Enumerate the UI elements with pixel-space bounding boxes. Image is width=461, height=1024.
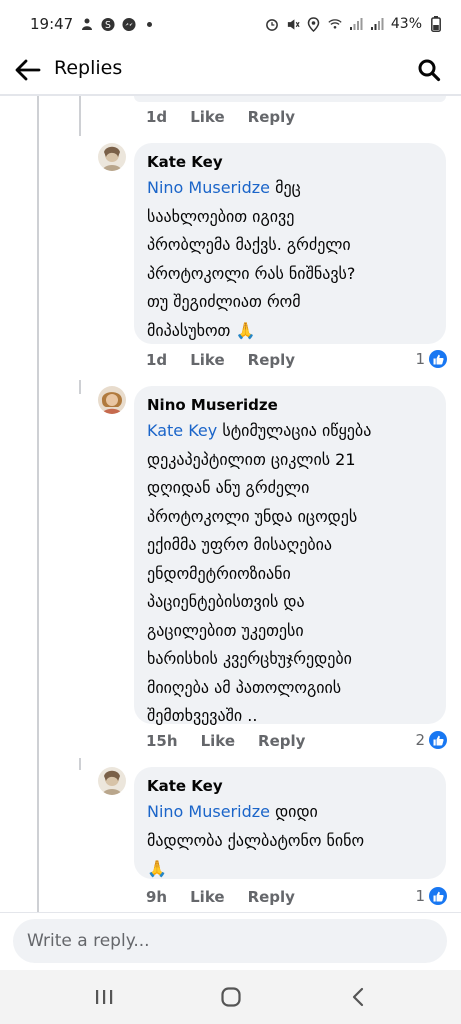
comment-text: Nino Museridze დიდი მადლობა ქალბატონო ნი… [147,798,434,884]
comment-time: 15h [146,732,178,750]
bixby-icon [80,17,94,31]
comment-line: დეკაპეპტილით ციკლის 21 [147,449,356,469]
recent-apps-icon [95,990,112,1004]
comment-line: პრობლემა მაქვს. გრძელი [147,235,351,254]
mention-link[interactable]: Nino Museridze [147,178,270,197]
avatar[interactable] [98,386,126,414]
comment-line: პროტოკოლი რას ნიშნავს? [147,263,356,283]
thumbs-up-icon [429,350,447,368]
comment-time: 9h [146,888,168,906]
reaction-count[interactable]: 1 [415,350,447,368]
page-title: Replies [54,57,123,79]
comment-line: ხარისხის კვერცხუჯრედები [147,649,352,668]
comment-line: პაციენტებისთვის და [147,592,305,611]
messenger-icon [122,17,136,31]
thumbs-up-icon [429,731,447,749]
location-icon [307,16,321,32]
comment-line: საახლოებით იგივე [147,206,295,226]
svg-text:S: S [105,19,111,30]
comment-line: დიდი [275,802,318,821]
mention-link[interactable]: Kate Key [147,421,217,440]
comment-time: 1d [146,108,168,126]
comment-line: 🙏 [147,859,167,878]
system-back-button[interactable] [336,975,380,1019]
skype-icon: S [101,17,115,31]
thread-line-inner [79,96,81,136]
battery-level: 43% [390,16,422,32]
reply-button[interactable]: Reply [258,732,305,750]
thread-line-outer [37,96,39,912]
reaction-count[interactable]: 2 [415,731,447,749]
comment-author[interactable]: Kate Key [147,152,434,172]
reply-button[interactable]: Reply [248,351,295,369]
avatar[interactable] [98,767,126,795]
app-header: Replies [0,48,461,94]
comment-author[interactable]: Nino Museridze [147,395,434,415]
comment-line: დღიდან ანუ გრძელი [147,478,310,497]
reaction-count[interactable]: 1 [415,887,447,905]
reply-input[interactable]: Write a reply... [13,919,447,963]
comment-line: მიპასუხოთ 🙏 [147,320,256,340]
composer-divider [0,912,461,913]
like-count: 1 [415,887,425,905]
wifi-icon [328,17,342,31]
home-icon [220,987,241,1007]
comment-line: ენდომეტრიოზიანი [147,563,291,583]
battery-icon [429,16,443,32]
comment-line: გაცილებით უკეთესი [147,620,304,640]
comment-actions: 9h Like Reply [146,888,295,906]
reply-input-placeholder: Write a reply... [27,931,150,951]
comment-time: 1d [146,351,168,369]
previous-comment-actions: 1d Like Reply [146,108,295,126]
arrow-left-icon [15,59,41,81]
comment-line: ექიმმა უფრო მისაღებია [147,535,333,554]
search-button[interactable] [413,54,445,86]
more-notifications-icon [147,21,153,27]
reply-button[interactable]: Reply [248,888,295,906]
like-count: 2 [415,731,425,749]
search-icon [418,59,441,82]
status-time: 19:47 [30,15,74,33]
comment-author[interactable]: Kate Key [147,776,434,796]
thumbs-up-icon [429,887,447,905]
like-count: 1 [415,350,425,368]
system-nav-bar [0,970,461,1024]
thread-line-inner-2 [79,380,81,394]
mention-link[interactable]: Nino Museridze [147,802,270,821]
comment-line: მეც [275,178,301,197]
like-button[interactable]: Like [201,732,235,750]
comment-bubble[interactable]: Nino Museridze Kate Key სტიმულაცია იწყებ… [134,386,446,725]
comment-text: Nino Museridze მეც საახლოებით იგივე პრობ… [147,174,434,345]
alarm-icon [265,17,279,31]
back-button[interactable] [12,54,44,86]
comment-actions: 15h Like Reply [146,732,305,750]
signal-icon-2 [370,17,384,31]
comment-line: მიიღება ამ პათოლოგიის [147,677,342,697]
comment-line: შემთხვევაში .. [147,706,258,725]
comment-text: Kate Key სტიმულაცია იწყება დეკაპეპტილით … [147,417,434,731]
avatar[interactable] [98,143,126,171]
chevron-left-icon [352,987,363,1007]
comment-bubble[interactable]: Kate Key Nino Museridze მეც საახლოებით ი… [134,143,446,344]
comment-actions: 1d Like Reply [146,351,295,369]
comment-line: მადლობა ქალბატონო ნინო [147,830,365,850]
reply-button[interactable]: Reply [248,108,295,126]
mute-icon [286,17,300,31]
home-button[interactable] [209,975,253,1019]
like-button[interactable]: Like [190,888,224,906]
signal-icon-1 [349,17,363,31]
previous-comment-bubble [134,96,446,102]
recent-apps-button[interactable] [82,975,126,1019]
like-button[interactable]: Like [190,108,224,126]
thread-line-inner-3 [79,758,81,770]
comment-line: პროტოკოლი უნდა იცოდეს [147,506,358,526]
like-button[interactable]: Like [190,351,224,369]
status-bar: 19:47 S 43% [0,0,461,48]
comment-line: თუ შეგიძლიათ რომ [147,292,301,311]
comment-bubble[interactable]: Kate Key Nino Museridze დიდი მადლობა ქალ… [134,767,446,879]
comment-line: სტიმულაცია იწყება [222,421,372,440]
